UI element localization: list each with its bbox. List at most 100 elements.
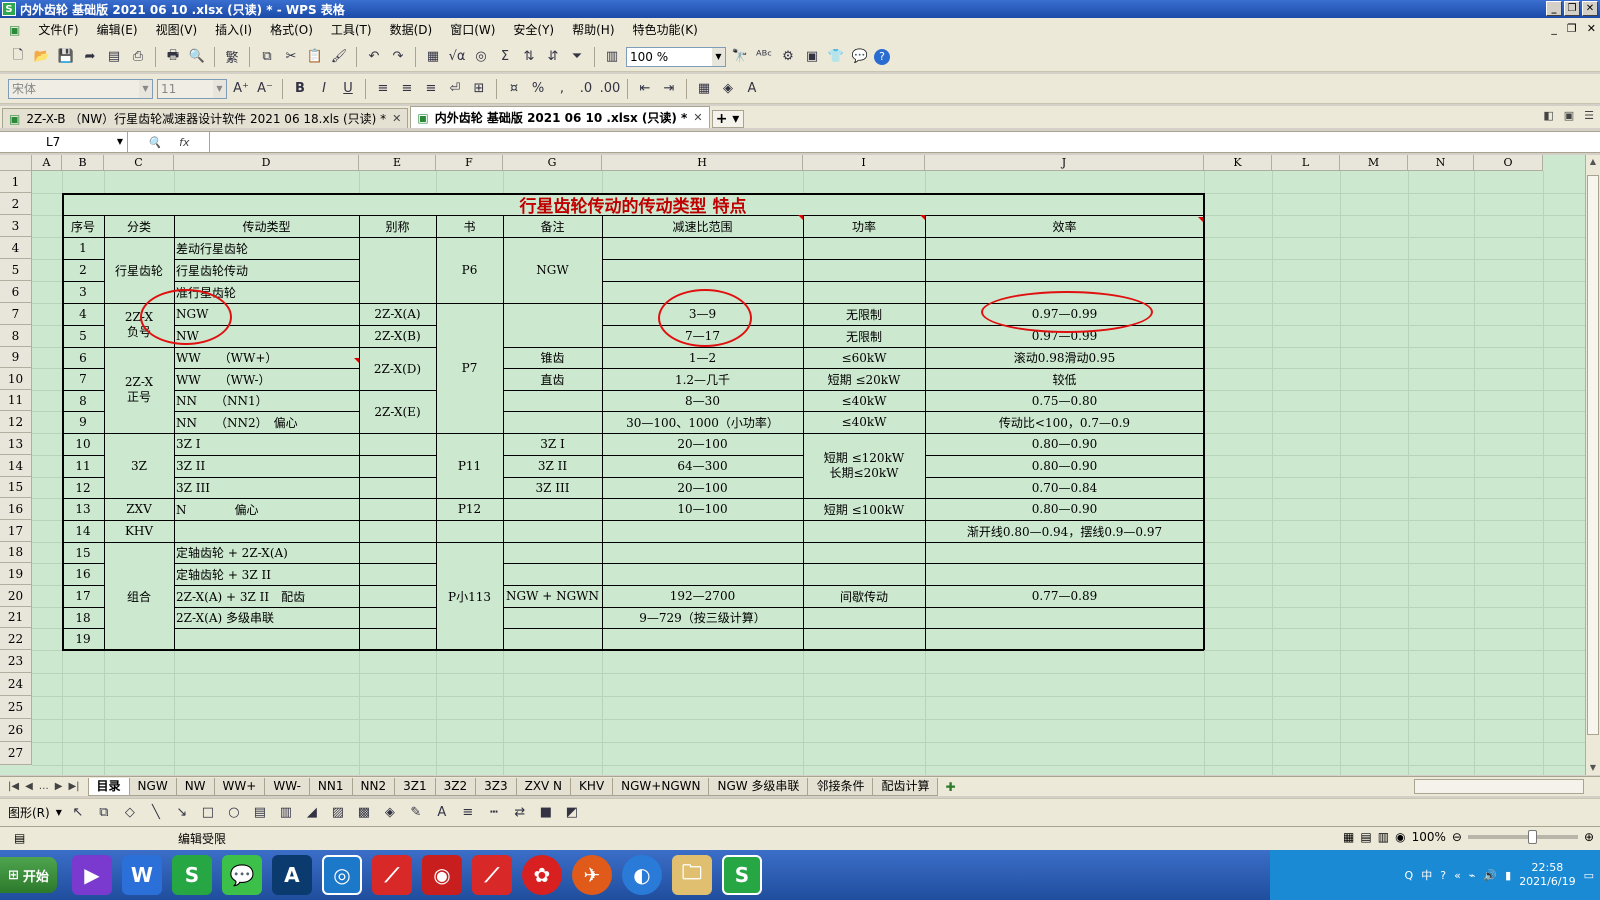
alias[interactable] xyxy=(359,477,436,498)
book-page[interactable]: P11 xyxy=(436,433,503,498)
seq-number[interactable]: 19 xyxy=(62,628,104,650)
book-page[interactable] xyxy=(436,520,503,542)
transmission-type[interactable]: 定轴齿轮 + 3Z II xyxy=(174,563,359,585)
power[interactable] xyxy=(803,259,925,281)
scroll-down-icon[interactable]: ▼ xyxy=(1586,761,1600,775)
sheet-tab[interactable]: 目录 xyxy=(87,777,130,796)
sort-asc-icon[interactable]: ⇅ xyxy=(519,47,539,67)
seq-number[interactable]: 17 xyxy=(62,585,104,607)
chat-icon[interactable]: 💬 xyxy=(850,47,870,67)
doc-minimize-icon[interactable]: _ xyxy=(1551,22,1557,35)
sheet-tab[interactable]: NW xyxy=(175,777,215,796)
column-header[interactable]: N xyxy=(1408,155,1474,171)
remark[interactable]: 直齿 xyxy=(503,368,602,390)
share-icon[interactable]: ⚙ xyxy=(778,47,798,67)
font-color-icon[interactable]: A xyxy=(432,803,452,823)
power[interactable]: 间歇传动 xyxy=(803,585,925,607)
sheet-tab[interactable]: KHV xyxy=(570,777,614,796)
row-header[interactable]: 6 xyxy=(0,281,32,303)
column-header[interactable]: A xyxy=(32,155,62,171)
ratio-range[interactable]: 1—2 xyxy=(602,347,803,368)
row-header[interactable]: 4 xyxy=(0,237,32,259)
transmission-type[interactable]: 2Z-X(A) 多级串联 xyxy=(174,607,359,628)
send-icon[interactable]: ➦ xyxy=(80,47,100,67)
remark[interactable] xyxy=(503,607,602,628)
clipart-icon[interactable]: ▩ xyxy=(354,803,374,823)
currency-icon[interactable]: ¤ xyxy=(504,79,524,99)
shirt-icon[interactable]: 👕 xyxy=(826,47,846,67)
column-header[interactable]: G xyxy=(503,155,602,171)
doc-restore-icon[interactable]: ❐ xyxy=(1567,22,1577,35)
indent-increase-icon[interactable]: ⇥ xyxy=(659,79,679,99)
transmission-type[interactable]: 3Z I xyxy=(174,433,359,455)
power[interactable]: 无限制 xyxy=(803,325,925,347)
menu-edit[interactable]: 编辑(E) xyxy=(88,18,147,42)
remark[interactable] xyxy=(503,520,602,542)
category[interactable]: ZXV xyxy=(104,498,174,520)
traditional-icon[interactable]: 繁 xyxy=(222,47,242,67)
pdf-app-2-icon[interactable]: ⟋ xyxy=(471,855,512,895)
merge-icon[interactable]: ⊞ xyxy=(469,79,489,99)
sheet-tab[interactable]: NGW xyxy=(128,777,177,796)
remark[interactable] xyxy=(503,498,602,520)
3d-icon[interactable]: ◩ xyxy=(562,803,582,823)
seq-number[interactable]: 13 xyxy=(62,498,104,520)
line-style-icon[interactable]: ≡ xyxy=(458,803,478,823)
grow-font-icon[interactable]: A⁺ xyxy=(231,79,251,99)
underline-icon[interactable]: U xyxy=(338,79,358,99)
column-heading[interactable]: 序号 xyxy=(62,215,104,237)
row-header[interactable]: 24 xyxy=(0,673,32,696)
wordart-icon[interactable]: ◢ xyxy=(302,803,322,823)
efficiency[interactable]: 较低 xyxy=(925,368,1204,390)
menu-file[interactable]: 文件(F) xyxy=(29,18,87,42)
wechat-icon[interactable]: 💬 xyxy=(221,855,262,895)
sheet-tab[interactable]: 配齿计算 xyxy=(872,777,939,796)
row-header[interactable]: 14 xyxy=(0,455,32,477)
tab-list-icon[interactable]: ▣ xyxy=(1564,109,1574,122)
help-icon[interactable]: ? xyxy=(874,48,890,65)
sheet-tab[interactable]: 3Z1 xyxy=(394,777,436,796)
transmission-type[interactable]: 差动行星齿轮 xyxy=(174,237,359,259)
alias[interactable] xyxy=(359,563,436,585)
remark[interactable]: 3Z II xyxy=(503,455,602,477)
menu-window[interactable]: 窗口(W) xyxy=(441,18,504,42)
zoom-knob[interactable] xyxy=(1527,830,1537,844)
row-header[interactable]: 20 xyxy=(0,585,32,607)
fill-icon[interactable]: ◈ xyxy=(380,803,400,823)
transmission-type[interactable]: 定轴齿轮 + 2Z-X(A) xyxy=(174,542,359,563)
spellcheck-icon[interactable]: ᴬᴮᶜ xyxy=(754,47,774,67)
align-left-icon[interactable]: ≡ xyxy=(373,79,393,99)
undo-icon[interactable]: ↶ xyxy=(364,47,384,67)
autoshapes-icon[interactable]: ◇ xyxy=(120,803,140,823)
pen-icon[interactable]: ✎ xyxy=(406,803,426,823)
ratio-range[interactable]: 30—100、1000（小功率） xyxy=(602,411,803,433)
huawei-icon[interactable]: ✿ xyxy=(521,855,562,895)
row-header[interactable]: 12 xyxy=(0,411,32,433)
power[interactable] xyxy=(803,628,925,650)
efficiency[interactable]: 0.80—0.90 xyxy=(925,498,1204,520)
indent-decrease-icon[interactable]: ⇤ xyxy=(635,79,655,99)
ratio-range[interactable]: 1.2—几千 xyxy=(602,368,803,390)
wps-writer-icon[interactable]: W xyxy=(121,855,162,895)
find-icon[interactable]: 🔭 xyxy=(730,47,750,67)
ratio-range[interactable] xyxy=(602,542,803,563)
start-button[interactable]: ⊞ 开始 xyxy=(0,857,57,893)
remark[interactable] xyxy=(503,542,602,563)
format-painter-icon[interactable]: 🖌 xyxy=(329,47,349,67)
font-color-icon[interactable]: A xyxy=(742,79,762,99)
align-center-icon[interactable]: ≡ xyxy=(397,79,417,99)
function-icon[interactable]: √α xyxy=(447,47,467,67)
column-header[interactable]: E xyxy=(359,155,436,171)
transmission-type[interactable]: 3Z III xyxy=(174,477,359,498)
row-header[interactable]: 15 xyxy=(0,477,32,498)
ratio-range[interactable]: 20—100 xyxy=(602,477,803,498)
sheet-tab[interactable]: ZXV N xyxy=(515,777,572,796)
efficiency[interactable] xyxy=(925,542,1204,563)
arrow-icon[interactable]: ↘ xyxy=(172,803,192,823)
zoom-formula-icon[interactable]: 🔍 xyxy=(147,136,161,149)
new-tab-button[interactable]: + ▾ xyxy=(711,110,744,128)
scroll-thumb[interactable] xyxy=(1587,175,1599,735)
fill-color-icon[interactable]: ◈ xyxy=(718,79,738,99)
doc-tab-1[interactable]: ▣ 2Z-X-B （NW）行星齿轮减速器设计软件 2021 06 18.xls … xyxy=(2,108,409,128)
alias[interactable]: 2Z-X(D) xyxy=(359,347,436,390)
